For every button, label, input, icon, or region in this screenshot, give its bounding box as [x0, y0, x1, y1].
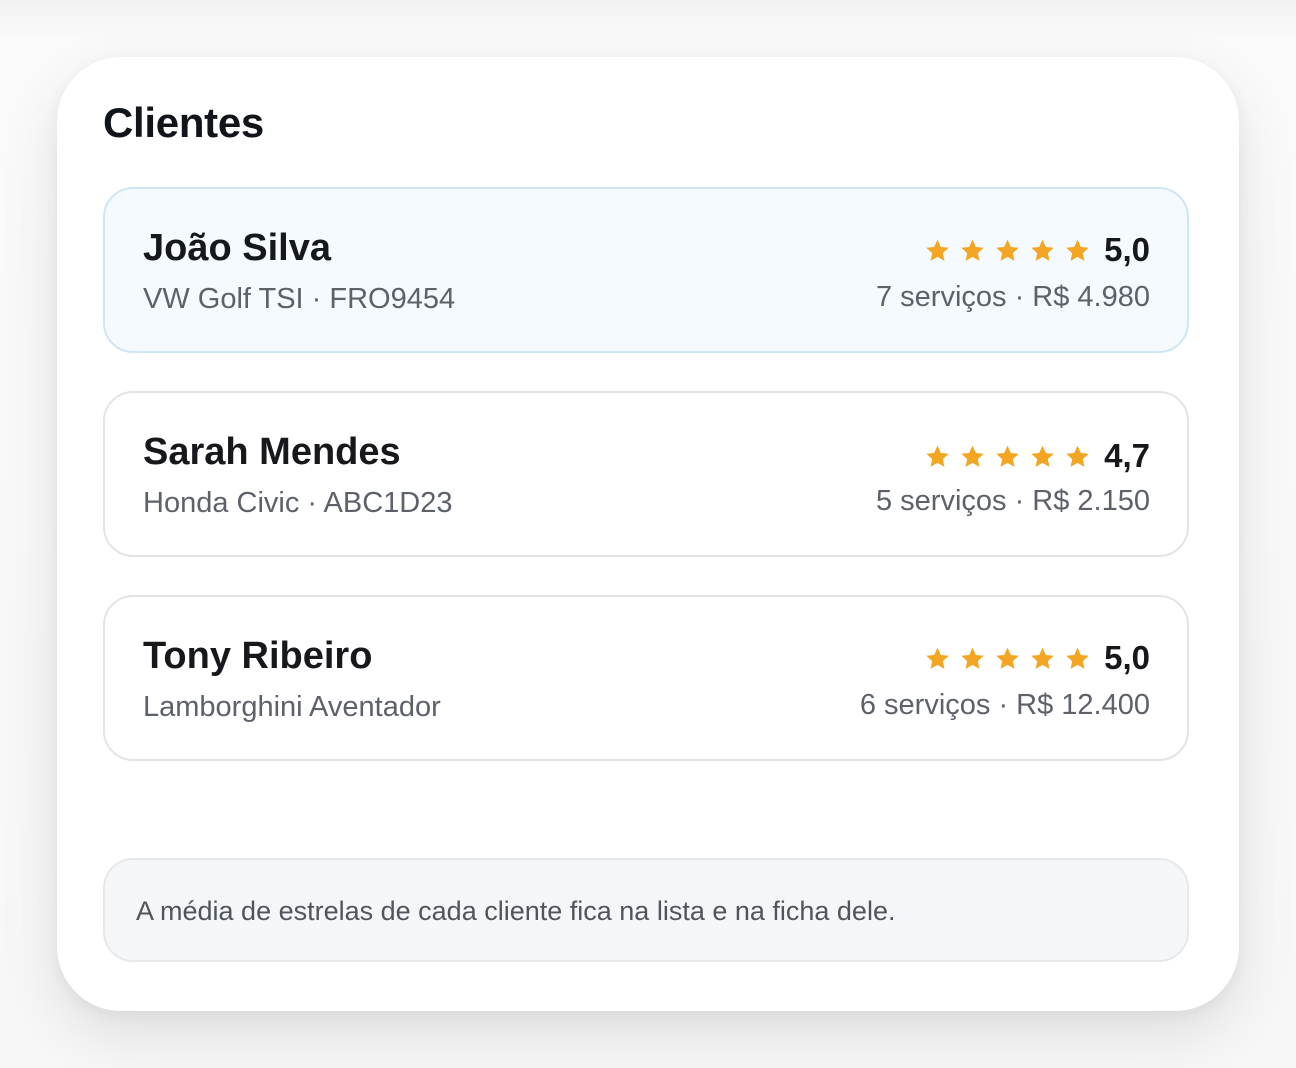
client-name: João Silva	[143, 227, 331, 269]
star-icon	[1031, 445, 1054, 467]
client-card-tony-ribeiro[interactable]: Tony Ribeiro Lamborghini Aventador 5,0 6…	[103, 595, 1189, 761]
clients-card: Clientes João Silva VW Golf TSI · FRO945…	[57, 57, 1239, 1011]
client-card-sarah-mendes[interactable]: Sarah Mendes Honda Civic · ABC1D23 4,7 5…	[103, 391, 1189, 557]
client-name: Sarah Mendes	[143, 431, 401, 473]
star-icon	[961, 445, 984, 467]
star-icon	[926, 445, 949, 467]
client-card-joao-silva[interactable]: João Silva VW Golf TSI · FRO9454 5,0 7 s…	[103, 187, 1189, 353]
star-icon	[1031, 239, 1054, 261]
star-icon	[926, 239, 949, 261]
star-icon	[996, 647, 1019, 669]
star-rating	[925, 238, 1090, 263]
client-name: Tony Ribeiro	[143, 635, 373, 677]
star-icon	[961, 239, 984, 261]
client-stats: 5 serviços · R$ 2.150	[875, 485, 1150, 517]
info-note: A média de estrelas de cada cliente fica…	[103, 858, 1189, 962]
rating-score: 5,0	[1104, 639, 1150, 676]
client-rating: 4,7	[925, 437, 1150, 475]
page-title: Clientes	[103, 99, 264, 146]
client-stats: 7 serviços · R$ 4.980	[875, 281, 1150, 313]
star-icon	[961, 647, 984, 669]
star-icon	[1031, 647, 1054, 669]
client-rating: 5,0	[925, 231, 1150, 269]
star-rating	[925, 646, 1090, 671]
rating-score: 5,0	[1104, 231, 1150, 268]
star-icon	[1066, 239, 1089, 261]
client-vehicle: Honda Civic · ABC1D23	[143, 487, 453, 519]
star-icon	[926, 647, 949, 669]
star-icon	[996, 239, 1019, 261]
star-icon	[1066, 647, 1089, 669]
rating-score: 4,7	[1104, 437, 1150, 474]
client-stats: 6 serviços · R$ 12.400	[859, 689, 1150, 721]
client-rating: 5,0	[925, 639, 1150, 677]
page-background: Clientes João Silva VW Golf TSI · FRO945…	[0, 0, 1296, 1068]
info-note-text: A média de estrelas de cada cliente fica…	[136, 896, 896, 926]
star-icon	[996, 445, 1019, 467]
client-vehicle: VW Golf TSI · FRO9454	[143, 283, 456, 315]
client-vehicle: Lamborghini Aventador	[143, 691, 441, 723]
star-rating	[925, 444, 1090, 469]
star-icon	[1066, 445, 1089, 467]
